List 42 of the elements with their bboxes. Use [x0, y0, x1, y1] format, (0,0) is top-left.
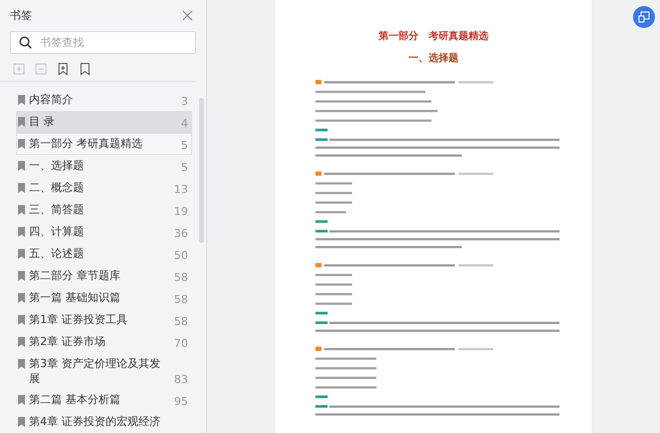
bookmark-icon: [18, 117, 25, 127]
bookmark-item[interactable]: 二、概念题 13: [16, 177, 192, 199]
bookmark-icon: [18, 227, 25, 237]
bookmark-item[interactable]: 第二篇 基本分析篇 95: [16, 389, 192, 411]
bookmark-item[interactable]: 第一篇 基础知识篇 58: [16, 287, 192, 309]
close-button[interactable]: [180, 8, 194, 22]
bookmark-icon: [18, 315, 25, 325]
bookmark-item[interactable]: 三、简答题 19: [16, 199, 192, 221]
bookmark-icon: [18, 271, 25, 281]
section-heading: 一、选择题: [408, 52, 458, 65]
overlapping-squares-icon: [638, 11, 650, 23]
bookmark-item[interactable]: 目 录 4: [16, 111, 192, 133]
bookmark-item[interactable]: 第1章 证券投资工具 58: [16, 309, 192, 331]
bookmark-item[interactable]: 第2章 证券市场 70: [16, 331, 192, 353]
bookmark-icon: [18, 293, 25, 303]
bookmark-icon: [18, 183, 25, 193]
search-field[interactable]: 书签查找: [10, 31, 196, 54]
search-icon: [19, 36, 32, 50]
bookmark-icon: [18, 395, 25, 405]
bookmark-icon: [18, 205, 25, 215]
bookmark-outline-icon[interactable]: [78, 62, 92, 76]
bookmark-icon: [18, 139, 25, 149]
bookmark-item[interactable]: 四、计算题 36: [16, 221, 192, 243]
bookmark-icon: [18, 337, 25, 347]
bookmark-item[interactable]: 第一部分 考研真题精选 5: [16, 133, 192, 155]
bookmark-icon: [18, 359, 25, 369]
add-bookmark-icon[interactable]: [56, 62, 70, 76]
translate-button[interactable]: [633, 6, 655, 28]
bookmark-icon: [18, 95, 25, 105]
bookmark-item[interactable]: 第二部分 章节题库 58: [16, 265, 192, 287]
part-heading: 第一部分 考研真题精选: [378, 30, 488, 43]
bookmark-item[interactable]: 内容简介 3: [16, 89, 192, 111]
panel-title: 书签: [10, 8, 32, 23]
bookmark-icon: [18, 249, 25, 259]
bookmark-item[interactable]: 第3章 资产定价理论及其发展 83: [16, 353, 192, 389]
scrollbar[interactable]: [199, 98, 204, 243]
bookmark-item[interactable]: 一、选择题 5: [16, 155, 192, 177]
bookmark-item[interactable]: 五、论述题 50: [16, 243, 192, 265]
bookmark-icon: [18, 417, 25, 427]
bookmark-item[interactable]: 第4章 证券投资的宏观经济: [16, 411, 192, 433]
search-input[interactable]: 书签查找: [38, 35, 187, 50]
bookmark-icon: [18, 161, 25, 171]
